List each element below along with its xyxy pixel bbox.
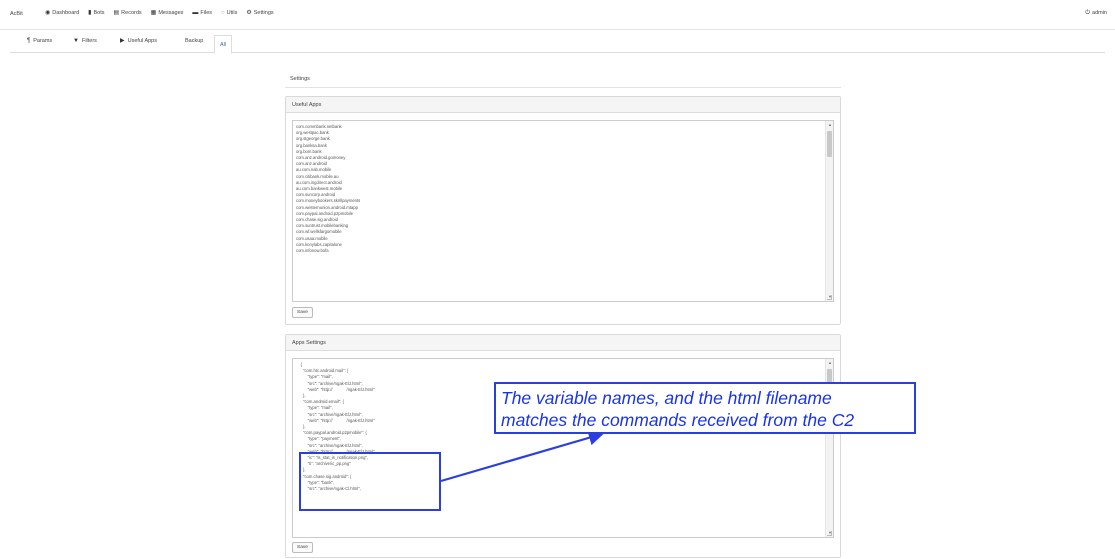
useful-apps-scroll-thumb[interactable] — [827, 131, 832, 157]
tab-useful-apps-label: Useful Apps — [127, 38, 157, 44]
apps-settings-panel: Apps Settings { "com.htc.android.mail": … — [285, 334, 841, 558]
nav-files-label: Files — [200, 10, 213, 16]
nav-bots-label: Bots — [93, 10, 105, 16]
nav-settings-label: Settings — [253, 10, 274, 16]
paragraph-icon: ¶ — [27, 38, 31, 44]
resize-grip-icon[interactable] — [827, 531, 832, 536]
user-label: admin — [1092, 10, 1107, 16]
annotation-line-2: matches the commands received from the C… — [501, 410, 855, 430]
useful-apps-scrollbar[interactable]: ▲ ▼ — [825, 121, 833, 301]
settings-icon: ⚙ — [246, 10, 252, 16]
nav-records-label: Records — [121, 10, 142, 16]
filter-icon: ▼ — [73, 38, 79, 44]
brand-logo[interactable]: AcBit — [10, 11, 23, 17]
nav-utils-label: Utils — [226, 10, 238, 16]
scroll-up-icon[interactable]: ▲ — [826, 121, 833, 129]
settings-tabs: ¶ Params ▼ Filters ▶ Useful Apps Backup All — [0, 35, 1115, 54]
annotation-highlight-box — [299, 452, 441, 511]
tab-all[interactable]: All — [214, 35, 233, 54]
page-title: Settings — [290, 76, 310, 82]
title-divider — [285, 87, 841, 88]
useful-apps-heading: Useful Apps — [286, 97, 840, 113]
nav-dashboard-label: Dashboard — [52, 10, 80, 16]
messages-icon: ▦ — [150, 10, 157, 16]
useful-apps-panel: Useful Apps com.commbank.netbank org.wes… — [285, 96, 841, 325]
files-icon: ▬ — [192, 10, 199, 16]
tab-backup[interactable]: Backup — [185, 38, 203, 44]
nav-messages-label: Messages — [158, 10, 184, 16]
tab-all-label: All — [220, 41, 227, 48]
video-icon: ▶ — [120, 38, 125, 44]
tab-params-label: Params — [33, 38, 53, 44]
tab-filters[interactable]: ▼ Filters — [73, 38, 97, 44]
annotation-line-1: The variable names, and the html filenam… — [501, 388, 832, 408]
records-icon: ▤ — [113, 10, 120, 16]
tab-useful-apps[interactable]: ▶ Useful Apps — [120, 38, 157, 44]
nav-bots[interactable]: ▮ Bots — [88, 10, 104, 16]
useful-apps-textarea[interactable]: com.commbank.netbank org.westpac.bank or… — [292, 120, 834, 302]
tab-backup-label: Backup — [185, 38, 204, 44]
nav-records[interactable]: ▤ Records — [114, 10, 142, 16]
apps-settings-save-button[interactable]: Save — [292, 542, 313, 553]
nav-utils[interactable]: ○ Utils — [221, 10, 237, 16]
nav-files[interactable]: ▬ Files — [192, 10, 212, 16]
main-nav: ◉ Dashboard ▮ Bots ▤ Records ▦ Messages ▬ Fil… — [45, 10, 274, 16]
tab-filters-label: Filters — [81, 38, 97, 44]
apps-settings-heading: Apps Settings — [286, 335, 840, 351]
nav-dashboard[interactable]: ◉ Dashboard — [45, 10, 79, 16]
utils-icon: ○ — [221, 10, 225, 16]
user-menu[interactable]: ⏻ admin — [1085, 10, 1107, 16]
annotation-callout: The variable names, and the html filenam… — [494, 382, 916, 434]
dashboard-icon: ◉ — [45, 10, 51, 16]
useful-apps-save-button[interactable]: Save — [292, 307, 313, 318]
scroll-up-icon[interactable]: ▲ — [826, 359, 833, 367]
tabs-divider — [10, 52, 1105, 53]
bots-icon: ▮ — [88, 10, 92, 16]
tab-params[interactable]: ¶ Params — [27, 38, 52, 44]
top-navbar: AcBit ◉ Dashboard ▮ Bots ▤ Records ▦ Message… — [0, 0, 1115, 30]
nav-messages[interactable]: ▦ Messages — [151, 10, 184, 16]
resize-grip-icon[interactable] — [827, 295, 832, 300]
useful-apps-text: com.commbank.netbank org.westpac.bank or… — [296, 124, 361, 254]
nav-settings[interactable]: ⚙ Settings — [246, 10, 273, 16]
power-icon: ⏻ — [1085, 10, 1091, 16]
